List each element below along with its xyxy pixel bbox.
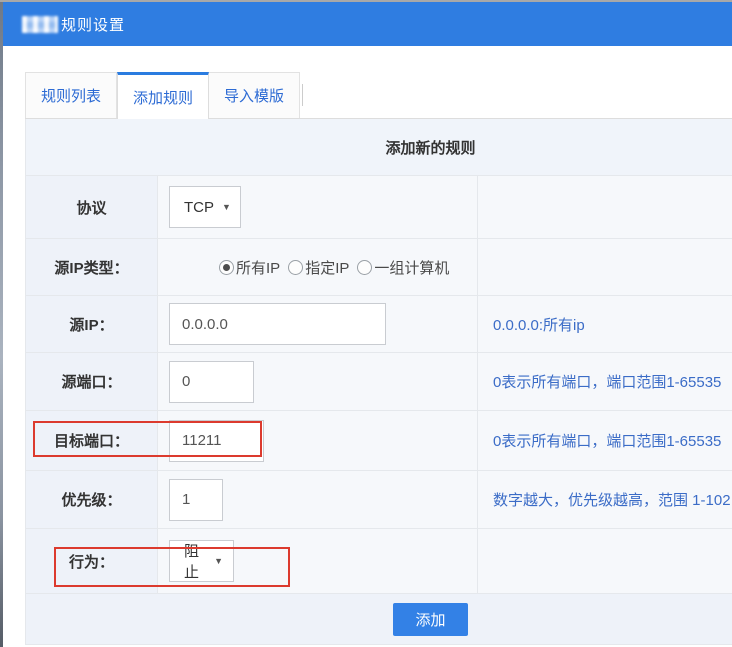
action-select[interactable]: 阻止 ▼ bbox=[169, 540, 234, 582]
chevron-down-icon: ▼ bbox=[214, 556, 223, 566]
chevron-down-icon: ▼ bbox=[222, 202, 231, 212]
titlebar: 规则设置 bbox=[3, 2, 732, 46]
radio-button-icon bbox=[357, 260, 372, 275]
source-port-row: 源端口： 0表示所有端口，端口范围1-65535 bbox=[26, 353, 732, 411]
dest-port-row: 目标端口： 0表示所有端口，端口范围1-65535 bbox=[26, 411, 732, 471]
source-port-input[interactable] bbox=[169, 361, 254, 403]
dest-port-hint: 0表示所有端口，端口范围1-65535 bbox=[493, 430, 721, 451]
source-ip-row: 源IP： 0.0.0.0:所有ip bbox=[26, 296, 732, 353]
source-ip-input[interactable] bbox=[169, 303, 386, 345]
tab-import-template[interactable]: 导入模版 bbox=[209, 72, 300, 118]
radio-button-icon bbox=[219, 260, 234, 275]
radio-specified-ip-label: 指定IP bbox=[305, 257, 349, 278]
redacted-text bbox=[22, 16, 58, 33]
radio-computer-group-label: 一组计算机 bbox=[374, 257, 449, 278]
tab-add-rule[interactable]: 添加规则 bbox=[117, 72, 209, 119]
priority-row: 优先级： 数字越大，优先级越高，范围 1-102 bbox=[26, 471, 732, 529]
tab-divider bbox=[302, 84, 303, 106]
source-ip-hint: 0.0.0.0:所有ip bbox=[493, 314, 585, 335]
priority-hint: 数字越大，优先级越高，范围 1-102 bbox=[493, 489, 731, 510]
add-rule-form: 添加新的规则 协议 TCP ▼ 源IP类型： 所有IP bbox=[25, 119, 732, 645]
add-button[interactable]: 添加 bbox=[393, 603, 468, 636]
source-ip-type-label: 源IP类型： bbox=[26, 239, 158, 295]
protocol-select[interactable]: TCP ▼ bbox=[169, 186, 241, 228]
submit-row: 添加 bbox=[26, 594, 732, 645]
protocol-label: 协议 bbox=[26, 176, 158, 238]
window-edge-scrollbar[interactable] bbox=[0, 2, 3, 647]
priority-label: 优先级： bbox=[26, 471, 158, 528]
action-row: 行为： 阻止 ▼ bbox=[26, 529, 732, 594]
protocol-selected-value: TCP bbox=[184, 199, 214, 216]
protocol-row: 协议 TCP ▼ bbox=[26, 176, 732, 239]
priority-input[interactable] bbox=[169, 479, 223, 521]
source-port-hint: 0表示所有端口，端口范围1-65535 bbox=[493, 371, 721, 392]
radio-all-ip-label: 所有IP bbox=[236, 257, 280, 278]
form-title: 添加新的规则 bbox=[385, 137, 475, 158]
action-selected-value: 阻止 bbox=[184, 540, 206, 582]
tab-rule-list[interactable]: 规则列表 bbox=[25, 72, 117, 118]
radio-specified-ip[interactable]: 指定IP bbox=[288, 257, 349, 278]
radio-computer-group[interactable]: 一组计算机 bbox=[357, 257, 449, 278]
page: 规则设置 规则列表 添加规则 导入模版 添加新的规则 协议 TCP ▼ 源IP类… bbox=[0, 0, 732, 647]
source-ip-label: 源IP： bbox=[26, 296, 158, 352]
dest-port-input[interactable] bbox=[169, 420, 264, 462]
source-ip-type-radio-group: 所有IP 指定IP 一组计算机 bbox=[169, 257, 457, 278]
page-title: 规则设置 bbox=[61, 14, 125, 35]
form-title-row: 添加新的规则 bbox=[26, 119, 732, 176]
tab-bar: 规则列表 添加规则 导入模版 bbox=[25, 72, 732, 119]
source-port-label: 源端口： bbox=[26, 353, 158, 410]
radio-button-icon bbox=[288, 260, 303, 275]
dest-port-label: 目标端口： bbox=[26, 411, 158, 470]
radio-all-ip[interactable]: 所有IP bbox=[219, 257, 280, 278]
source-ip-type-row: 源IP类型： 所有IP 指定IP 一组计算机 bbox=[26, 239, 732, 296]
action-label: 行为： bbox=[26, 529, 158, 593]
